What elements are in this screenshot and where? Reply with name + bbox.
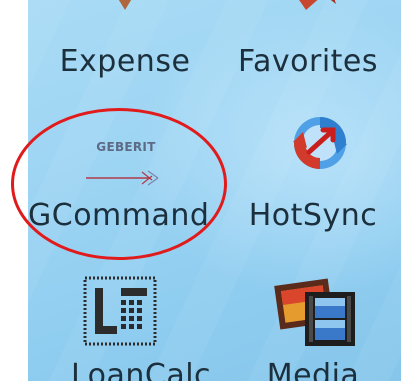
app-label: Favorites <box>237 44 378 79</box>
app-label: Expense <box>59 44 191 79</box>
hotsync-icon <box>293 117 347 169</box>
app-media[interactable]: Media <box>233 266 393 381</box>
app-favorites[interactable]: Favorites <box>223 0 393 84</box>
app-label: LoanCalc <box>70 358 212 381</box>
media-icon <box>274 278 355 346</box>
highlight-circle <box>11 108 227 260</box>
app-label: Media <box>266 358 360 381</box>
app-loancalc[interactable]: LoanCalc <box>66 266 216 381</box>
favorites-icon <box>299 0 336 10</box>
expense-icon <box>118 0 132 10</box>
app-label: HotSync <box>248 198 378 233</box>
app-hotsync[interactable]: HotSync <box>233 108 393 240</box>
calculator-icon <box>83 276 157 346</box>
app-expense[interactable]: Expense <box>50 0 200 84</box>
